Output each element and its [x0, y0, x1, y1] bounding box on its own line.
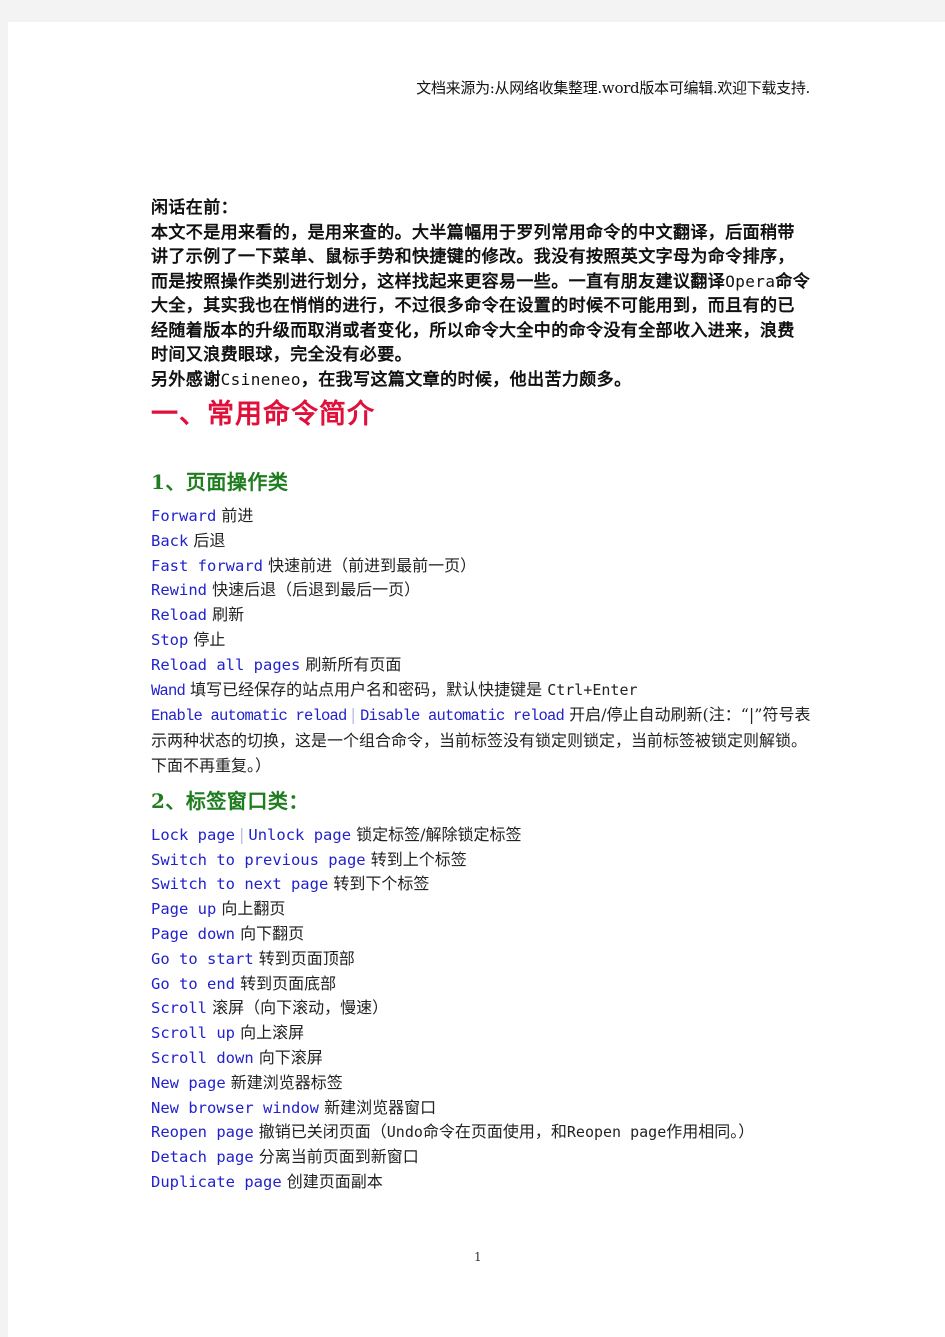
command-desc: 作用相同。）: [666, 1122, 755, 1142]
command-name-alt: Unlock page: [248, 825, 352, 844]
command-desc: 新建浏览器标签: [230, 1072, 343, 1092]
command-name: Go to start: [151, 949, 254, 968]
command-name: Scroll down: [151, 1048, 254, 1067]
page-number: 1: [474, 1250, 482, 1264]
command-desc: 锁定标签/解除锁定标签: [356, 824, 522, 844]
command-name: Switch to previous page: [151, 850, 366, 869]
command-desc: 分离当前页面到新窗口: [258, 1147, 419, 1167]
list-item: Enable automatic reload | Disable automati…: [151, 703, 811, 778]
command-desc: 新建浏览器窗口: [324, 1097, 437, 1117]
thanks-paragraph: 另外感谢Csineneo，在我写这篇文章的时候，他出苦力颇多。: [151, 368, 811, 393]
intro-section: 闲话在前： 本文不是用来看的，是用来查的。大半篇幅用于罗列常用命令的中文翻译，后…: [151, 196, 811, 392]
list-item: Reload all pages 刷新所有页面: [151, 653, 811, 678]
command-name: Reload all pages: [151, 655, 301, 674]
intro-text: 本文不是用来看的，是用来查的。大半篇幅用于罗列常用命令的中文翻译，后面稍带讲了示…: [151, 222, 795, 292]
shortcut-text: Ctrl+Enter: [547, 680, 638, 699]
command-desc: 向上滚屏: [240, 1023, 305, 1043]
command-name: Rewind: [151, 581, 207, 600]
separator: |: [350, 705, 356, 725]
intro-title: 闲话在前：: [151, 198, 238, 218]
command-name-alt: Disable automatic reload: [359, 707, 565, 726]
list-item: Reload 刷新: [151, 603, 811, 628]
command-name: Back: [151, 531, 189, 550]
command-name: New page: [151, 1073, 226, 1092]
intro-paragraph: 本文不是用来看的，是用来查的。大半篇幅用于罗列常用命令的中文翻译，后面稍带讲了示…: [151, 221, 811, 368]
list-item: Fast forward 快速前进（前进到最前一页）: [151, 554, 811, 579]
subsection-heading-tab-window: 2、标签窗口类：: [151, 788, 309, 813]
separator: |: [239, 824, 245, 844]
header-note: 文档来源为:从网络收集整理.word版本可编辑.欢迎下载支持.: [416, 79, 810, 97]
command-name: Detach page: [151, 1148, 254, 1167]
list-item: Back 后退: [151, 529, 811, 554]
thanks-name: Csineneo: [220, 369, 301, 389]
list-item: Forward 前进: [151, 504, 811, 529]
list-item: Page down 向下翻页: [151, 922, 811, 947]
command-name: New browser window: [151, 1098, 319, 1117]
command-name: Stop: [151, 630, 189, 649]
command-desc: 转到上个标签: [370, 849, 467, 869]
list-item: New page 新建浏览器标签: [151, 1071, 811, 1096]
list-item: Lock page | Unlock page 锁定标签/解除锁定标签: [151, 823, 811, 848]
thanks-text: ，在我写这篇文章的时候，他出苦力颇多。: [300, 369, 632, 390]
list-item: Switch to previous page 转到上个标签: [151, 848, 811, 873]
command-name: Enable automatic reload: [151, 707, 347, 726]
command-name: Go to end: [151, 974, 235, 993]
list-item: Scroll 滚屏（向下滚动，慢速）: [151, 996, 811, 1021]
command-desc: 快速后退（后退到最后一页）: [212, 580, 421, 600]
command-list-tab-window: Lock page | Unlock page 锁定标签/解除锁定标签 Switch…: [151, 823, 811, 1195]
command-desc: 滚屏（向下滚动，慢速）: [212, 998, 389, 1018]
list-item: Detach page 分离当前页面到新窗口: [151, 1145, 811, 1170]
command-name: Duplicate page: [151, 1172, 282, 1191]
command-desc: 刷新所有页面: [305, 654, 402, 674]
list-item: Scroll down 向下滚屏: [151, 1046, 811, 1071]
command-name: Page up: [151, 900, 217, 919]
command-desc: 转到下个标签: [333, 874, 430, 894]
command-name: Reopen page: [151, 1123, 254, 1142]
command-desc: 快速前进（前进到最前一页）: [268, 555, 477, 575]
command-name: Forward: [151, 507, 217, 525]
command-name: Wand: [151, 681, 186, 700]
command-desc: 转到页面顶部: [258, 948, 355, 968]
command-desc: 填写已经保存的站点用户名和密码，默认快捷键是: [190, 679, 543, 699]
section-heading: 一、常用命令简介: [151, 399, 375, 430]
reopen-term: Reopen page: [566, 1123, 667, 1142]
list-item: Switch to next page 转到下个标签: [151, 872, 811, 897]
undo-term: Undo: [386, 1123, 423, 1142]
command-desc: 向上翻页: [221, 899, 286, 919]
command-list-page-ops: Forward 前进 Back 后退 Fast forward 快速前进（前进到…: [151, 504, 811, 779]
command-name: Fast forward: [151, 556, 263, 575]
document-content: 闲话在前： 本文不是用来看的，是用来查的。大半篇幅用于罗列常用命令的中文翻译，后…: [151, 196, 811, 1195]
list-item: Scroll up 向上滚屏: [151, 1021, 811, 1046]
list-item: Wand 填写已经保存的站点用户名和密码，默认快捷键是 Ctrl+Enter: [151, 678, 811, 704]
command-name: Lock page: [151, 825, 235, 844]
thanks-text: 另外感谢: [151, 369, 221, 390]
list-item: Go to end 转到页面底部: [151, 972, 811, 997]
list-item: Go to start 转到页面顶部: [151, 947, 811, 972]
list-item: Reopen page 撤销已关闭页面（Undo命令在页面使用，和Reopen …: [151, 1120, 811, 1145]
command-desc: 停止: [193, 629, 226, 649]
command-desc: 后退: [193, 530, 226, 550]
command-desc: 向下滚屏: [258, 1047, 323, 1067]
command-name: Scroll: [151, 999, 207, 1018]
command-desc: 刷新: [212, 605, 245, 625]
list-item: New browser window 新建浏览器窗口: [151, 1096, 811, 1121]
subsection-heading-page-ops: 1、页面操作类: [151, 470, 289, 494]
command-name: Page down: [151, 924, 235, 943]
command-name: Scroll up: [151, 1024, 235, 1043]
opera-term: Opera: [725, 271, 776, 291]
command-desc: 转到页面底部: [240, 973, 337, 993]
command-desc: 命令在页面使用，和: [422, 1122, 567, 1142]
command-desc: 创建页面副本: [286, 1171, 383, 1191]
command-name: Reload: [151, 606, 207, 625]
list-item: Stop 停止: [151, 628, 811, 653]
list-item: Rewind 快速后退（后退到最后一页）: [151, 578, 811, 603]
command-desc: 撤销已关闭页面（: [258, 1122, 387, 1142]
list-item: Duplicate page 创建页面副本: [151, 1170, 811, 1195]
command-desc: 前进: [221, 506, 254, 525]
command-name: Switch to next page: [151, 875, 329, 894]
command-desc: 向下翻页: [240, 923, 305, 943]
list-item: Page up 向上翻页: [151, 897, 811, 922]
